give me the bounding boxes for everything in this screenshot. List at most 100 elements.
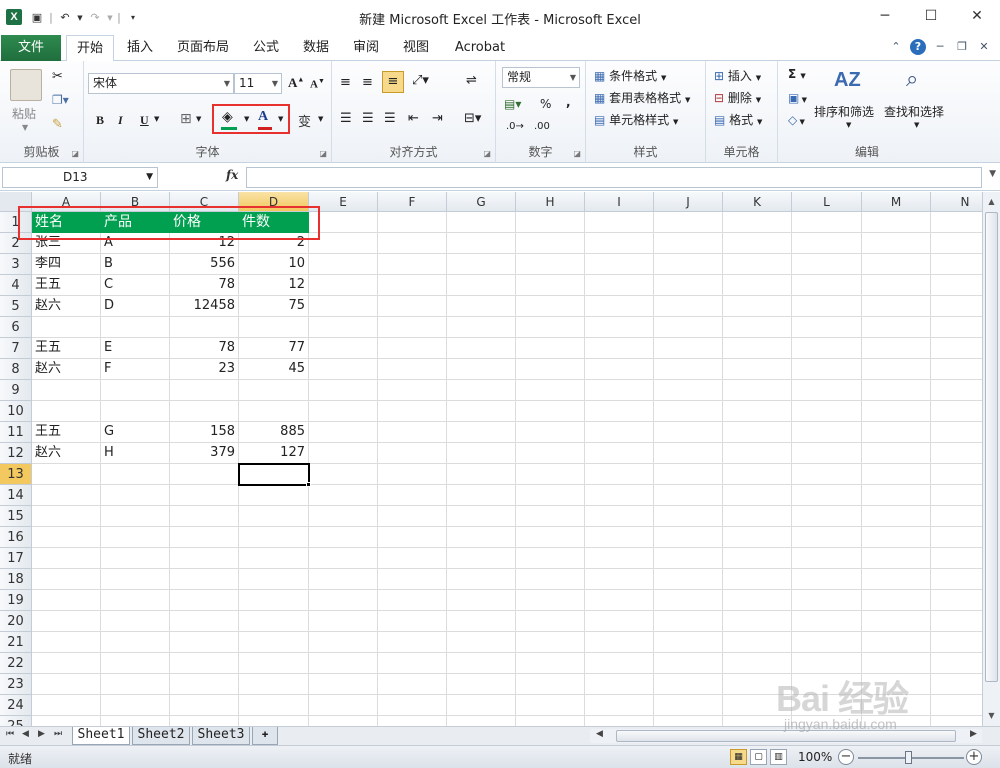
cell-f11[interactable] <box>378 422 447 443</box>
cell-k23[interactable] <box>723 674 792 695</box>
cell-b24[interactable] <box>101 695 170 716</box>
cell-k24[interactable] <box>723 695 792 716</box>
cell-m4[interactable] <box>862 275 931 296</box>
cell-d12[interactable]: 127 <box>239 443 309 464</box>
cell-f17[interactable] <box>378 548 447 569</box>
cell-i16[interactable] <box>585 527 654 548</box>
alignment-launcher-icon[interactable]: ◪ <box>483 149 491 158</box>
cell-k1[interactable] <box>723 212 792 233</box>
cell-d3[interactable]: 10 <box>239 254 309 275</box>
cell-j15[interactable] <box>654 506 723 527</box>
cell-i17[interactable] <box>585 548 654 569</box>
cell-i22[interactable] <box>585 653 654 674</box>
cell-j23[interactable] <box>654 674 723 695</box>
cell-f19[interactable] <box>378 590 447 611</box>
cell-b9[interactable] <box>101 380 170 401</box>
cell-b18[interactable] <box>101 569 170 590</box>
cell-b13[interactable] <box>101 464 170 485</box>
row-header-25[interactable]: 25 <box>0 716 32 726</box>
cell-j11[interactable] <box>654 422 723 443</box>
cell-n19[interactable] <box>931 590 982 611</box>
cell-g22[interactable] <box>447 653 516 674</box>
cell-g21[interactable] <box>447 632 516 653</box>
cell-b19[interactable] <box>101 590 170 611</box>
align-right-icon[interactable]: ☰ <box>384 111 396 126</box>
cell-i11[interactable] <box>585 422 654 443</box>
cell-i3[interactable] <box>585 254 654 275</box>
cell-k9[interactable] <box>723 380 792 401</box>
cell-j7[interactable] <box>654 338 723 359</box>
cell-h9[interactable] <box>516 380 585 401</box>
cell-d17[interactable] <box>239 548 309 569</box>
cell-a15[interactable] <box>32 506 101 527</box>
cell-c24[interactable] <box>170 695 239 716</box>
cell-a12[interactable]: 赵六 <box>32 443 101 464</box>
vertical-scroll-thumb[interactable] <box>985 212 998 682</box>
cell-c17[interactable] <box>170 548 239 569</box>
cell-k2[interactable] <box>723 233 792 254</box>
row-header-14[interactable]: 14 <box>0 485 32 506</box>
copy-icon[interactable]: ❐▾ <box>52 93 69 107</box>
cell-f21[interactable] <box>378 632 447 653</box>
underline-dropdown-icon[interactable]: ▼ <box>154 115 159 123</box>
borders-dropdown-icon[interactable]: ▼ <box>196 115 201 123</box>
cell-m16[interactable] <box>862 527 931 548</box>
cell-m20[interactable] <box>862 611 931 632</box>
cell-b4[interactable]: C <box>101 275 170 296</box>
cell-m21[interactable] <box>862 632 931 653</box>
cell-e18[interactable] <box>309 569 378 590</box>
cell-e3[interactable] <box>309 254 378 275</box>
cell-f24[interactable] <box>378 695 447 716</box>
insert-sheet-icon[interactable]: ✚ <box>252 727 278 745</box>
cell-g17[interactable] <box>447 548 516 569</box>
restore-window-icon[interactable]: ─ <box>932 39 948 55</box>
cell-g16[interactable] <box>447 527 516 548</box>
merge-center-icon[interactable]: ⊟▾ <box>464 111 481 126</box>
cell-k14[interactable] <box>723 485 792 506</box>
cell-d7[interactable]: 77 <box>239 338 309 359</box>
cell-c16[interactable] <box>170 527 239 548</box>
cell-b15[interactable] <box>101 506 170 527</box>
column-header-k[interactable]: K <box>723 192 792 212</box>
cell-h11[interactable] <box>516 422 585 443</box>
cell-d9[interactable] <box>239 380 309 401</box>
cell-i7[interactable] <box>585 338 654 359</box>
cell-i1[interactable] <box>585 212 654 233</box>
save-icon[interactable]: ▣ <box>28 9 46 27</box>
cell-m15[interactable] <box>862 506 931 527</box>
cell-f5[interactable] <box>378 296 447 317</box>
cell-e9[interactable] <box>309 380 378 401</box>
cell-l1[interactable] <box>792 212 862 233</box>
cell-f4[interactable] <box>378 275 447 296</box>
cell-a14[interactable] <box>32 485 101 506</box>
cell-l6[interactable] <box>792 317 862 338</box>
cell-h19[interactable] <box>516 590 585 611</box>
cell-l2[interactable] <box>792 233 862 254</box>
cell-n13[interactable] <box>931 464 982 485</box>
cell-i6[interactable] <box>585 317 654 338</box>
cell-c19[interactable] <box>170 590 239 611</box>
cell-f2[interactable] <box>378 233 447 254</box>
cell-d20[interactable] <box>239 611 309 632</box>
font-launcher-icon[interactable]: ◪ <box>319 149 327 158</box>
cell-l3[interactable] <box>792 254 862 275</box>
cell-g20[interactable] <box>447 611 516 632</box>
cell-l15[interactable] <box>792 506 862 527</box>
cell-k8[interactable] <box>723 359 792 380</box>
cell-g14[interactable] <box>447 485 516 506</box>
cell-b25[interactable] <box>101 716 170 726</box>
cell-h17[interactable] <box>516 548 585 569</box>
cell-c5[interactable]: 12458 <box>170 296 239 317</box>
cell-l24[interactable] <box>792 695 862 716</box>
cell-m14[interactable] <box>862 485 931 506</box>
cell-j2[interactable] <box>654 233 723 254</box>
cell-d4[interactable]: 12 <box>239 275 309 296</box>
cell-h12[interactable] <box>516 443 585 464</box>
cell-g10[interactable] <box>447 401 516 422</box>
cell-c22[interactable] <box>170 653 239 674</box>
close-button[interactable]: ✕ <box>954 0 1000 32</box>
tab-review[interactable]: 审阅 <box>344 35 388 61</box>
cell-l23[interactable] <box>792 674 862 695</box>
cell-c21[interactable] <box>170 632 239 653</box>
page-layout-view-icon[interactable]: ▢ <box>750 749 767 765</box>
